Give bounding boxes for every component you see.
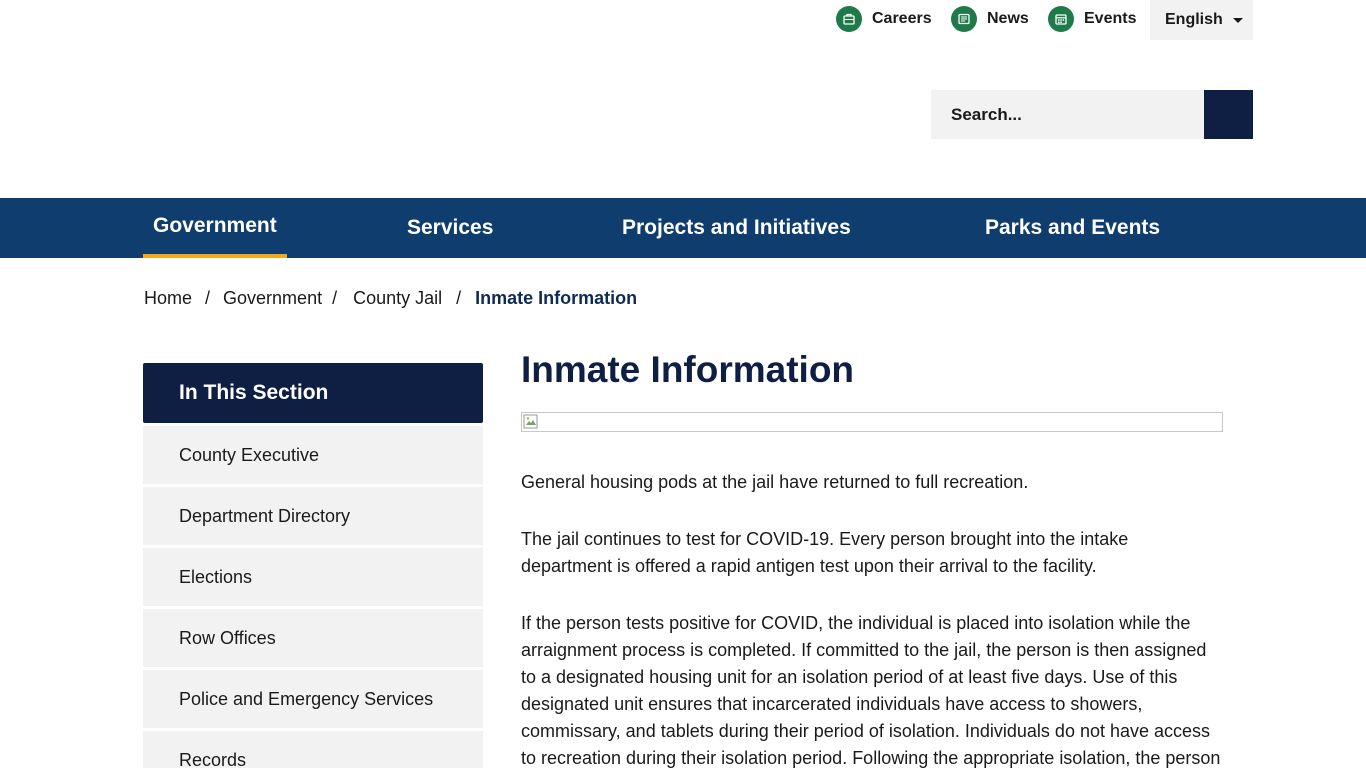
breadcrumb-county-jail[interactable]: County Jail — [353, 288, 442, 309]
news-label: News — [987, 10, 1029, 27]
search-input[interactable] — [931, 90, 1204, 139]
breadcrumb-separator: / — [456, 287, 462, 308]
nav-item-services[interactable]: Services — [397, 198, 503, 258]
breadcrumb-home[interactable]: Home — [144, 288, 192, 309]
breadcrumb: Home / Government / County Jail / Inmate… — [144, 286, 637, 310]
sidebar-item-police-and-emergency-services[interactable]: Police and Emergency Services — [143, 670, 483, 728]
newspaper-icon — [951, 6, 977, 32]
page-title: Inmate Information — [521, 349, 855, 390]
breadcrumb-separator: / — [205, 287, 211, 308]
search-icon — [1220, 106, 1233, 119]
paragraph: If the person tests positive for COVID, … — [521, 613, 1221, 768]
paragraph: The jail continues to test for COVID-19.… — [521, 529, 1129, 576]
news-link[interactable]: News — [951, 6, 1029, 32]
briefcase-icon — [836, 6, 862, 32]
nav-item-government[interactable]: Government — [143, 198, 287, 258]
paragraph: General housing pods at the jail have re… — [521, 472, 1029, 492]
sidebar-item-records[interactable]: Records — [143, 731, 483, 768]
search-button[interactable] — [1204, 90, 1253, 139]
utility-bar: Careers News Events English — [0, 0, 1366, 40]
breadcrumb-current: Inmate Information — [475, 287, 638, 308]
broken-image — [521, 412, 1223, 432]
main-content: Inmate Information General housing pods … — [521, 346, 1223, 768]
sidebar-item-county-executive[interactable]: County Executive — [143, 426, 483, 484]
language-label: English — [1165, 11, 1223, 28]
careers-link[interactable]: Careers — [836, 6, 932, 32]
sidebar-heading: In This Section — [143, 363, 483, 423]
sidebar-item-row-offices[interactable]: Row Offices — [143, 609, 483, 667]
careers-label: Careers — [872, 10, 932, 27]
nav-item-projects-and-initiatives[interactable]: Projects and Initiatives — [612, 198, 861, 258]
breadcrumb-government[interactable]: Government — [223, 288, 322, 309]
language-select[interactable]: English — [1150, 0, 1253, 40]
breadcrumb-separator: / — [332, 287, 338, 308]
events-label: Events — [1084, 10, 1137, 27]
sidebar-item-department-directory[interactable]: Department Directory — [143, 487, 483, 545]
calendar-icon — [1048, 6, 1074, 32]
caret-down-icon — [1232, 17, 1243, 23]
events-link[interactable]: Events — [1048, 6, 1136, 32]
broken-image-icon — [523, 414, 538, 429]
sidebar-item-elections[interactable]: Elections — [143, 548, 483, 606]
nav-item-parks-and-events[interactable]: Parks and Events — [975, 198, 1170, 258]
search-form — [931, 90, 1253, 139]
section-sidebar: In This Section County Executive Departm… — [143, 363, 483, 768]
main-navigation: Government Services Projects and Initiat… — [0, 198, 1366, 258]
